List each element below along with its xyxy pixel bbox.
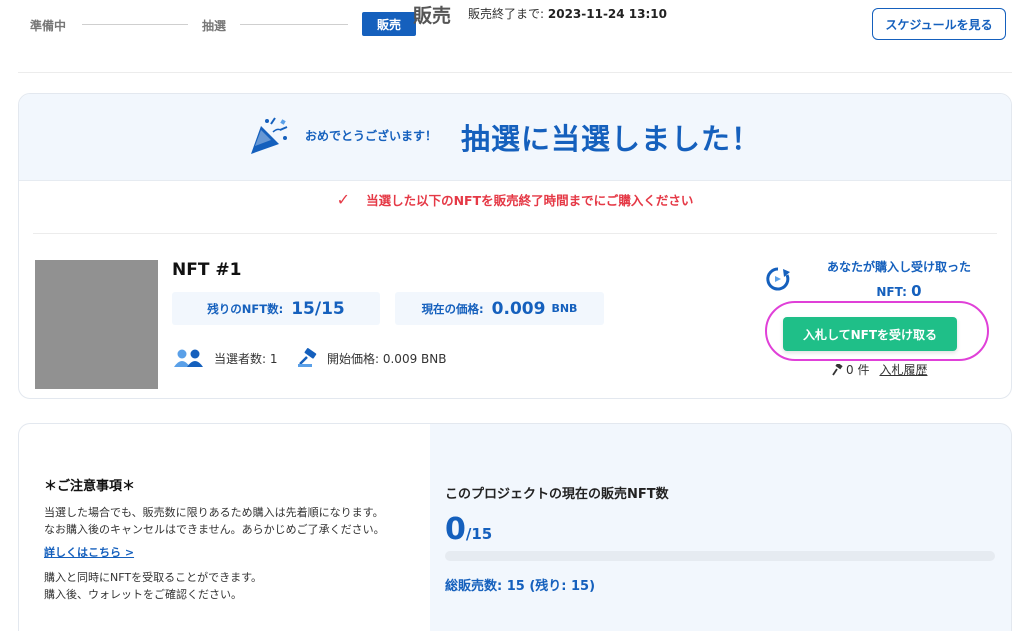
purchase-notice-text: 当選した以下のNFTを販売終了時間までにご購入ください bbox=[366, 193, 694, 208]
notes-line: 当選した場合でも、販売数に限りあるため購入は先着順になります。 bbox=[44, 506, 384, 519]
step-connector bbox=[82, 24, 188, 25]
sold-counter: 0/15 bbox=[445, 512, 492, 547]
start-price-text: 開始価格: 0.009 BNB bbox=[327, 351, 447, 366]
sales-progress-bar bbox=[445, 551, 995, 561]
owned-nft-number: 0 bbox=[911, 282, 922, 300]
bid-info: 0 件 入札履歴 bbox=[832, 361, 927, 378]
step-lottery: 抽選 bbox=[202, 19, 227, 33]
gavel-icon bbox=[832, 363, 843, 375]
sale-end-value: 2023-11-24 13:10 bbox=[547, 7, 668, 21]
congrats-message: おめでとうございます！ bbox=[305, 129, 438, 143]
winner-card: おめでとうございます！ 抽選に当選しました！ ✓ 当選した以下のNFTを販売終了時… bbox=[18, 93, 1012, 399]
notes-title: ＊ご注意事項＊ bbox=[44, 479, 136, 494]
winners-count-text: 当選者数: 1 bbox=[214, 351, 278, 366]
divider bbox=[18, 72, 1012, 73]
winner-banner: おめでとうございます！ 抽選に当選しました！ bbox=[19, 94, 1011, 181]
divider bbox=[33, 233, 997, 234]
bid-and-receive-button[interactable]: 入札してNFTを受け取る bbox=[783, 317, 957, 351]
current-price-box: 現在の価格: 0.009 BNB bbox=[395, 292, 604, 325]
price-unit: BNB bbox=[551, 302, 578, 315]
notes-line: なお購入後のキャンセルはできません。あらかじめご了承ください。 bbox=[44, 523, 385, 536]
nft-thumbnail bbox=[35, 260, 158, 389]
current-stage-title: 販売 bbox=[413, 5, 452, 27]
refresh-icon[interactable] bbox=[765, 266, 791, 292]
step-connector bbox=[240, 24, 348, 25]
view-schedule-button[interactable]: スケジュールを見る bbox=[872, 8, 1006, 40]
sales-title: このプロジェクトの現在の販売NFT数 bbox=[445, 487, 669, 502]
bid-history-link[interactable]: 入札履歴 bbox=[879, 361, 927, 378]
notes-line: 購入と同時にNFTを受取ることができます。 bbox=[44, 571, 262, 584]
owned-nft-prefix: NFT: bbox=[876, 285, 907, 299]
check-icon: ✓ bbox=[336, 190, 351, 209]
remaining-value: 15/15 bbox=[291, 298, 345, 319]
owned-nft-label: あなたが購入し受け取った bbox=[826, 260, 971, 274]
price-label: 現在の価格: bbox=[421, 301, 484, 316]
notes-line: 購入後、ウォレットをご確認ください。 bbox=[44, 588, 242, 601]
step-sale-active: 販売 bbox=[362, 12, 416, 36]
remaining-label: 残りのNFT数: bbox=[207, 301, 284, 316]
price-value: 0.009 bbox=[491, 298, 546, 319]
nft-title: NFT #1 bbox=[172, 260, 242, 280]
sold-count: 0 bbox=[445, 512, 466, 547]
step-preparing: 準備中 bbox=[30, 19, 67, 33]
sale-end-countdown: 販売終了まで: 2023-11-24 13:10 bbox=[468, 5, 667, 22]
party-popper-icon bbox=[251, 117, 288, 154]
users-icon bbox=[174, 349, 203, 367]
remaining-nft-box: 残りのNFT数: 15/15 bbox=[172, 292, 380, 325]
sales-summary: 総販売数: 15 (残り: 15) bbox=[445, 579, 596, 594]
sale-end-label: 販売終了まで: bbox=[468, 7, 545, 21]
winners-count: 当選者数: 1 bbox=[172, 348, 278, 368]
owned-nft-count: NFT: 0 bbox=[799, 282, 999, 300]
notes-panel: ＊ご注意事項＊ 当選した場合でも、販売数に限りあるため購入は先着順になります。 … bbox=[18, 423, 430, 631]
sold-total: /15 bbox=[465, 525, 493, 543]
gavel-icon bbox=[298, 348, 317, 367]
start-price: 開始価格: 0.009 BNB bbox=[297, 348, 446, 368]
details-link[interactable]: 詳しくはこちら > bbox=[44, 544, 134, 560]
winner-headline: 抽選に当選しました！ bbox=[461, 122, 762, 156]
purchase-notice: ✓ 当選した以下のNFTを販売終了時間までにご購入ください bbox=[19, 190, 1011, 209]
bid-count: 0 件 bbox=[846, 363, 870, 377]
sales-panel: このプロジェクトの現在の販売NFT数 0/15 総販売数: 15 (残り: 15… bbox=[430, 423, 1012, 631]
